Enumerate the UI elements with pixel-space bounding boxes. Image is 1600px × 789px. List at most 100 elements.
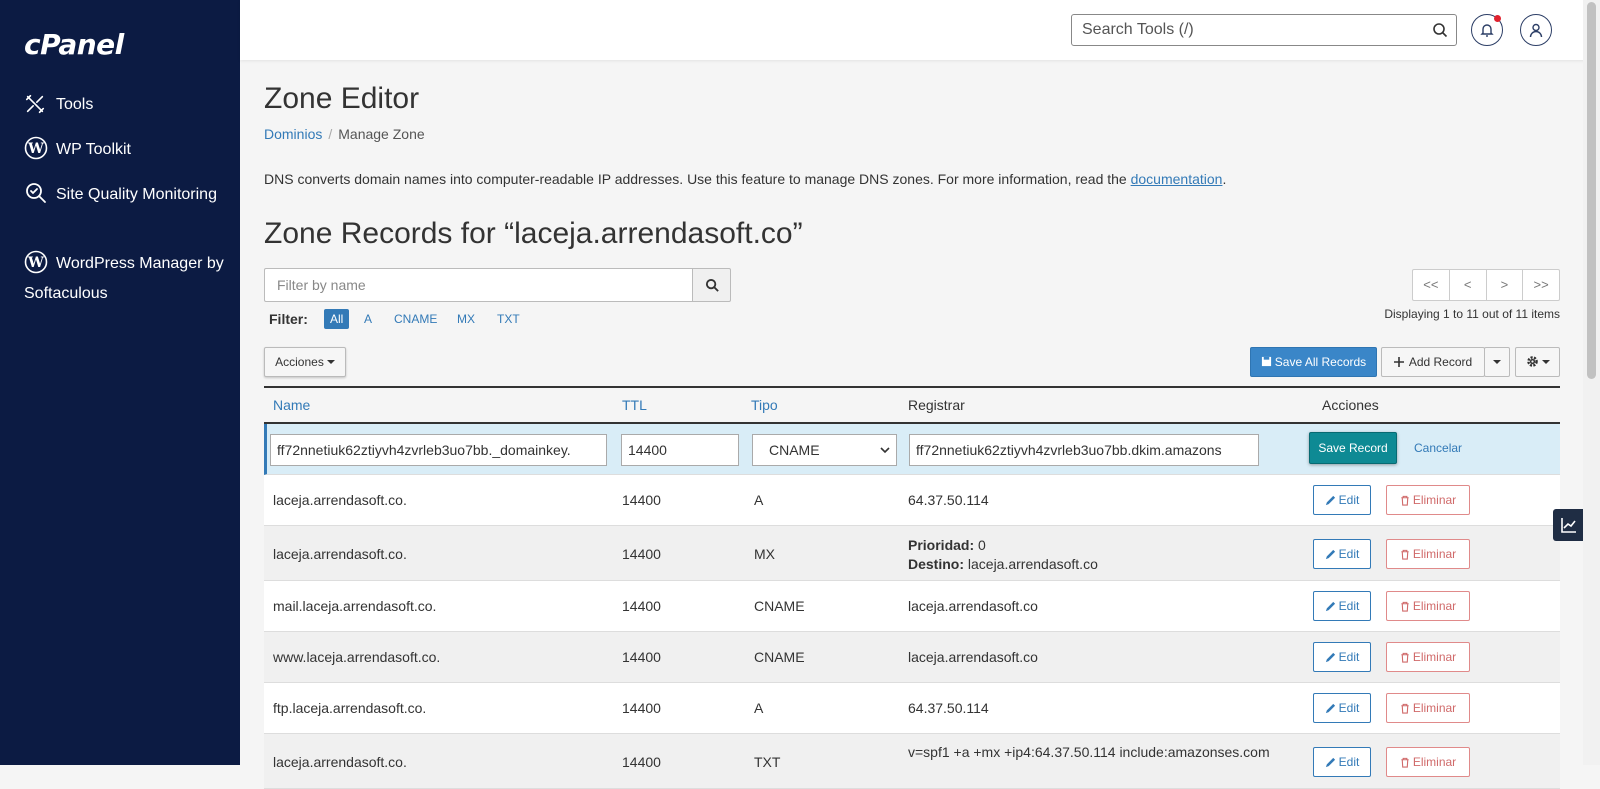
tools-icon xyxy=(24,93,48,117)
record-type-select[interactable]: CNAME xyxy=(752,434,897,466)
edit-record-button[interactable]: Edit xyxy=(1313,693,1371,723)
record-value: Prioridad: 0 Destino: laceja.arrendasoft… xyxy=(908,537,1098,572)
site-quality-icon xyxy=(24,181,48,205)
zone-records-title: Zone Records for “laceja.arrendasoft.co” xyxy=(264,217,803,250)
table-row: laceja.arrendasoft.co. 14400 TXT v=spf1 … xyxy=(264,734,1560,789)
sidebar-item-label: Tools xyxy=(56,96,94,113)
column-header-tipo[interactable]: Tipo xyxy=(751,397,778,413)
edit-record-button[interactable]: Edit xyxy=(1313,485,1371,515)
edit-record-button[interactable]: Edit xyxy=(1313,642,1371,672)
search-tools-box xyxy=(1071,14,1457,46)
record-name-input[interactable] xyxy=(270,434,607,466)
pagination: << < > >> xyxy=(1412,269,1560,301)
sidebar-item-wp-toolkit[interactable]: W WP Toolkit xyxy=(24,135,224,165)
record-type: A xyxy=(754,700,764,716)
delete-record-button[interactable]: Eliminar xyxy=(1386,693,1470,723)
record-value-input[interactable] xyxy=(909,434,1259,466)
edit-record-button[interactable]: Edit xyxy=(1313,747,1371,777)
record-name: laceja.arrendasoft.co. xyxy=(273,546,407,562)
record-name: ftp.laceja.arrendasoft.co. xyxy=(273,700,427,716)
filter-search-button[interactable] xyxy=(692,268,731,302)
filter-label: Filter: xyxy=(269,311,308,327)
zone-records-table: Name TTL Tipo Registrar Acciones CNAME S… xyxy=(264,386,1560,789)
cpanel-logo[interactable]: cPanel xyxy=(24,28,124,61)
filter-chip-txt[interactable]: TXT xyxy=(491,309,526,329)
record-ttl: 14400 xyxy=(622,649,661,665)
delete-record-button[interactable]: Eliminar xyxy=(1386,642,1470,672)
record-name: laceja.arrendasoft.co. xyxy=(273,754,407,770)
filter-chip-mx[interactable]: MX xyxy=(451,309,481,329)
filter-chip-a[interactable]: A xyxy=(358,309,378,329)
record-ttl-input[interactable] xyxy=(621,434,739,466)
pager-first[interactable]: << xyxy=(1412,269,1450,301)
record-value: 64.37.50.114 xyxy=(908,700,989,716)
column-header-registrar: Registrar xyxy=(908,397,965,413)
sidebar-item-label: WP Toolkit xyxy=(56,141,131,158)
delete-record-button[interactable]: Eliminar xyxy=(1386,539,1470,569)
user-menu-button[interactable] xyxy=(1520,14,1552,46)
record-value: 64.37.50.114 xyxy=(908,492,989,508)
trash-icon xyxy=(1401,757,1409,768)
page-scrollbar[interactable] xyxy=(1583,0,1600,765)
record-value: laceja.arrendasoft.co xyxy=(908,649,1038,665)
record-type: MX xyxy=(754,546,775,562)
trash-icon xyxy=(1401,549,1409,560)
record-value: v=spf1 +a +mx +ip4:64.37.50.114 include:… xyxy=(908,744,1270,760)
edit-record-button[interactable]: Edit xyxy=(1313,539,1371,569)
search-icon xyxy=(705,278,719,292)
table-row: ftp.laceja.arrendasoft.co. 14400 A 64.37… xyxy=(264,683,1560,734)
add-record-button[interactable]: Add Record xyxy=(1381,347,1485,377)
delete-record-button[interactable]: Eliminar xyxy=(1386,485,1470,515)
edit-record-button[interactable]: Edit xyxy=(1313,591,1371,621)
record-value: laceja.arrendasoft.co xyxy=(908,598,1038,614)
sidebar-item-tools[interactable]: Tools xyxy=(24,90,224,120)
table-row: www.laceja.arrendasoft.co. 14400 CNAME l… xyxy=(264,632,1560,683)
trash-icon xyxy=(1401,652,1409,663)
search-icon[interactable] xyxy=(1432,22,1448,43)
pencil-icon xyxy=(1325,757,1335,768)
cancel-edit-link[interactable]: Cancelar xyxy=(1414,441,1462,455)
record-type: A xyxy=(754,492,764,508)
filter-by-name-input[interactable] xyxy=(264,268,692,302)
breadcrumb-separator: / xyxy=(328,126,333,142)
record-ttl: 14400 xyxy=(622,492,661,508)
column-header-ttl[interactable]: TTL xyxy=(622,397,647,413)
pager-prev[interactable]: < xyxy=(1448,269,1487,301)
table-row: laceja.arrendasoft.co. 14400 A 64.37.50.… xyxy=(264,475,1560,526)
user-icon xyxy=(1529,23,1543,38)
trash-icon xyxy=(1401,495,1409,506)
wordpress-icon: W xyxy=(24,136,48,160)
pager-next[interactable]: > xyxy=(1485,269,1524,301)
delete-record-button[interactable]: Eliminar xyxy=(1386,591,1470,621)
add-record-dropdown-toggle[interactable] xyxy=(1484,347,1510,377)
save-all-records-button[interactable]: Save All Records xyxy=(1250,347,1377,377)
column-header-acciones: Acciones xyxy=(1322,397,1379,413)
breadcrumb: Dominios / Manage Zone xyxy=(264,126,425,142)
pencil-icon xyxy=(1325,549,1335,560)
filter-chip-cname[interactable]: CNAME xyxy=(388,309,443,329)
caret-down-icon xyxy=(1541,360,1550,364)
delete-record-button[interactable]: Eliminar xyxy=(1386,747,1470,777)
sidebar-item-site-quality[interactable]: Site Quality Monitoring xyxy=(24,180,224,210)
scrollbar-thumb[interactable] xyxy=(1587,2,1596,379)
documentation-link[interactable]: documentation xyxy=(1131,171,1223,187)
table-row: laceja.arrendasoft.co. 14400 MX Priorida… xyxy=(264,526,1560,581)
edit-record-row: CNAME Save Record Cancelar xyxy=(264,424,1560,475)
notifications-button[interactable] xyxy=(1471,14,1503,46)
filter-chip-all[interactable]: All xyxy=(324,309,350,329)
intro-text: DNS converts domain names into computer-… xyxy=(264,171,1227,187)
stats-side-tab[interactable] xyxy=(1553,509,1585,541)
caret-down-icon xyxy=(326,360,335,364)
column-header-name[interactable]: Name xyxy=(273,397,310,413)
settings-dropdown-button[interactable] xyxy=(1515,347,1560,377)
sidebar-item-wordpress-manager[interactable]: W WordPress Manager by Softaculous xyxy=(24,249,224,309)
plus-icon xyxy=(1393,357,1404,367)
save-record-button[interactable]: Save Record xyxy=(1309,432,1397,464)
gear-icon xyxy=(1526,356,1538,367)
pencil-icon xyxy=(1325,601,1335,612)
breadcrumb-dominios[interactable]: Dominios xyxy=(264,126,322,142)
search-tools-input[interactable] xyxy=(1080,16,1420,44)
sidebar: cPanel Tools W WP Toolkit Site Quality M… xyxy=(0,0,240,765)
acciones-dropdown-button[interactable]: Acciones xyxy=(264,347,346,377)
pager-last[interactable]: >> xyxy=(1522,269,1560,301)
